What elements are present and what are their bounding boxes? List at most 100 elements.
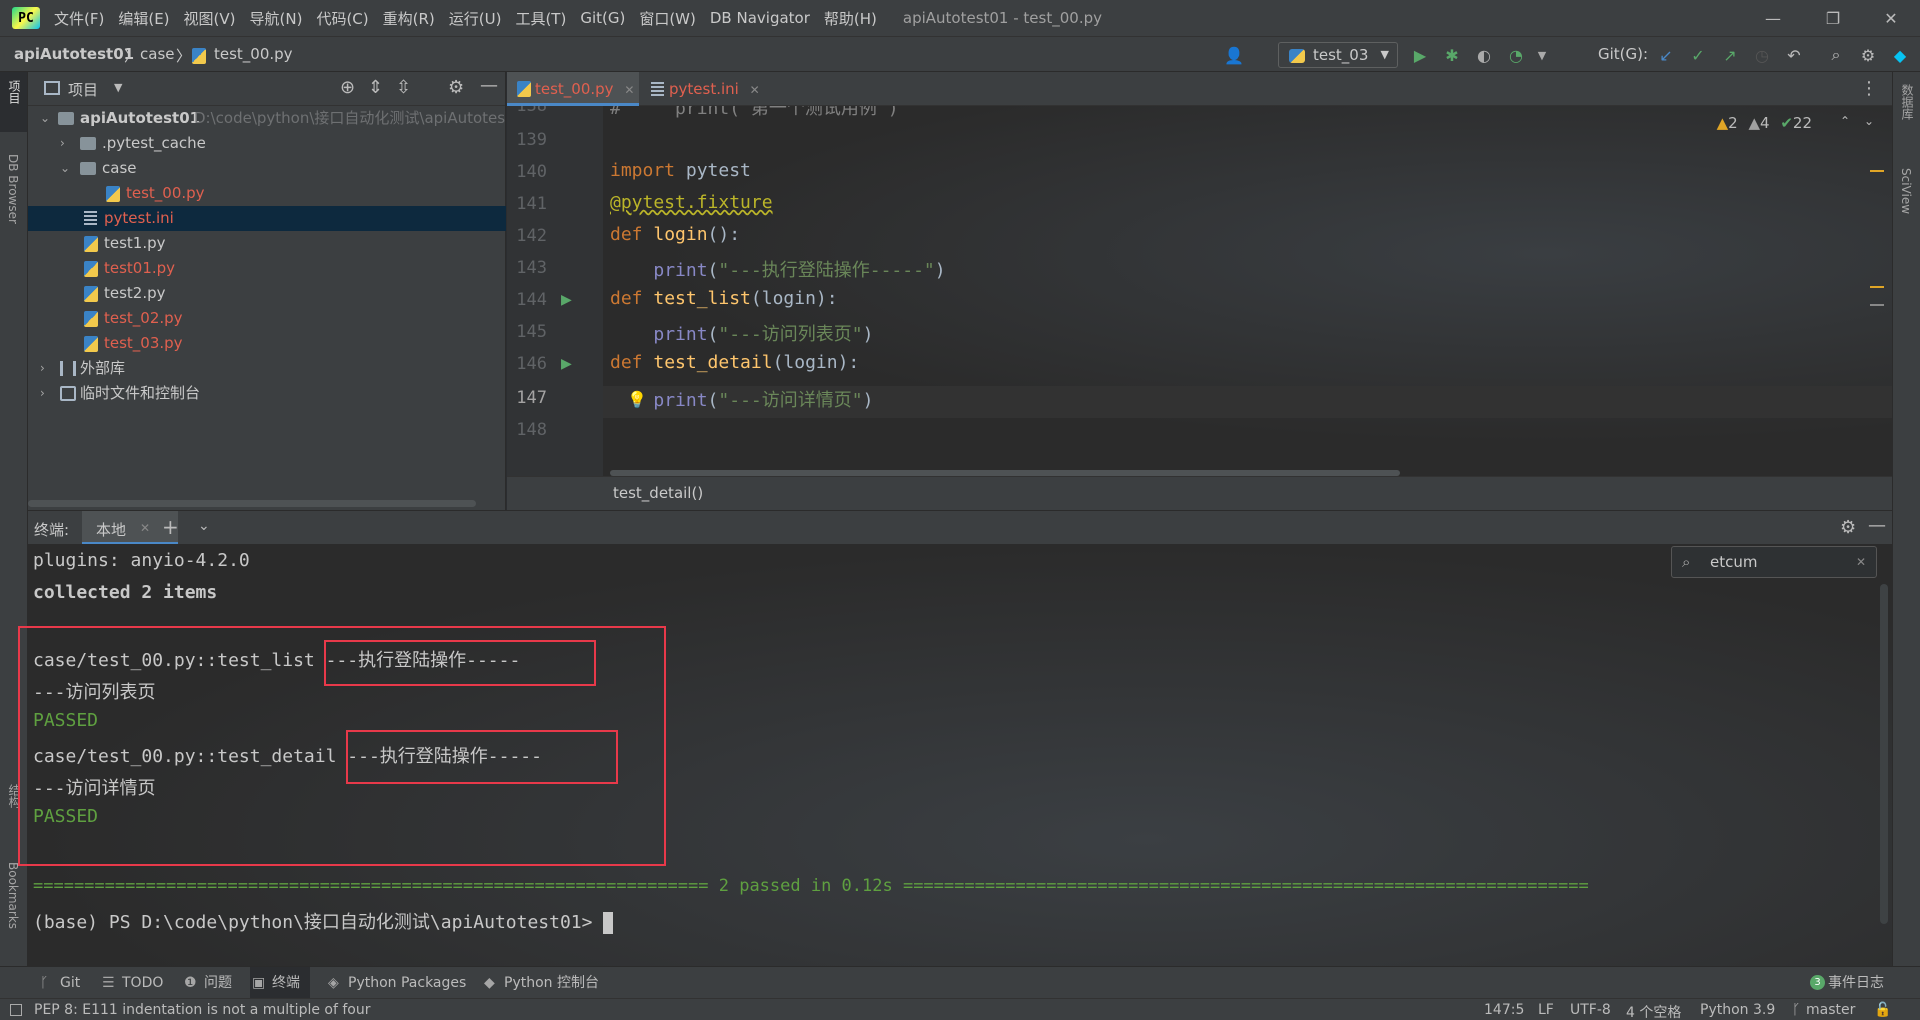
code-editor[interactable]: 138 139 140 141 142 143 144 145 146 147 … xyxy=(507,106,1892,476)
error-stripe-mark[interactable] xyxy=(1870,286,1884,288)
indent-setting[interactable]: 4 个空格 xyxy=(1626,1002,1681,1020)
terminal-vertical-scrollbar[interactable] xyxy=(1880,584,1888,924)
horizontal-scrollbar[interactable] xyxy=(28,500,476,507)
close-tab-icon[interactable]: ✕ xyxy=(750,83,760,97)
expand-all-icon[interactable]: ⇕ xyxy=(368,77,383,98)
tree-item-test-03[interactable]: test_03.py xyxy=(28,331,506,356)
previous-highlight-icon[interactable]: ⌃ xyxy=(1840,114,1850,128)
error-stripe-mark[interactable] xyxy=(1870,170,1884,172)
tree-item-project-root[interactable]: ⌄ apiAutotest01 D:\code\python\接口自动化测试\a… xyxy=(28,106,506,131)
tree-item-test1[interactable]: test1.py xyxy=(28,231,506,256)
tree-item-test-00[interactable]: test_00.py xyxy=(28,181,506,206)
run-icon[interactable]: ▶ xyxy=(1408,43,1432,67)
git-history-icon[interactable]: ◷ xyxy=(1750,43,1774,67)
terminal-prompt-line[interactable]: (base) PS D:\code\python\接口自动化测试\apiAuto… xyxy=(33,908,614,934)
profile-icon[interactable]: ◔ xyxy=(1504,43,1528,67)
tool-tab-git[interactable]: ᚴ Git xyxy=(38,967,80,999)
menu-run[interactable]: 运行(U) xyxy=(449,8,502,29)
more-options-icon[interactable]: ⋮ xyxy=(1860,78,1878,99)
terminal-search-input[interactable]: ⌕ etcum ✕ xyxy=(1671,546,1877,578)
collapse-all-icon[interactable]: ⇳ xyxy=(396,77,411,98)
tree-item-test01[interactable]: test01.py xyxy=(28,256,506,281)
collapse-arrow-icon[interactable]: › xyxy=(40,381,45,406)
tree-item-scratches[interactable]: › 临时文件和控制台 xyxy=(28,381,506,406)
git-update-icon[interactable]: ↙ xyxy=(1654,43,1678,67)
expand-arrow-icon[interactable]: ⌄ xyxy=(60,156,70,181)
expand-arrow-icon[interactable]: ⌄ xyxy=(40,106,50,131)
clear-search-icon[interactable]: ✕ xyxy=(1856,547,1866,577)
menu-window[interactable]: 窗口(W) xyxy=(639,8,696,29)
tool-tab-problems[interactable]: ❶ 问题 xyxy=(182,967,232,999)
python-interpreter[interactable]: Python 3.9 xyxy=(1700,1002,1775,1018)
chevron-down-icon[interactable]: ▼ xyxy=(114,81,122,94)
project-tool-tab[interactable]: 项目 xyxy=(6,80,23,104)
tool-tab-python-console[interactable]: ◆ Python 控制台 xyxy=(482,967,599,999)
breadcrumb-folder[interactable]: case xyxy=(140,45,174,63)
chevron-down-icon[interactable]: ⌄ xyxy=(198,518,210,534)
breadcrumb-project[interactable]: apiAutotest01 xyxy=(14,45,134,63)
line-separator[interactable]: LF xyxy=(1538,1002,1554,1018)
tab-test-00[interactable]: test_00.py ✕ xyxy=(507,72,639,106)
tool-tab-terminal[interactable]: ▣ 终端 xyxy=(250,967,310,999)
gear-icon[interactable]: ⚙ xyxy=(448,77,464,98)
coverage-icon[interactable]: ◐ xyxy=(1472,43,1496,67)
close-window-button[interactable]: ✕ xyxy=(1862,0,1920,36)
hide-panel-icon[interactable]: — xyxy=(1868,515,1886,536)
database-tool-tab[interactable]: 数据库 xyxy=(1899,84,1916,120)
tree-item-test-02[interactable]: test_02.py xyxy=(28,306,506,331)
minimize-button[interactable]: — xyxy=(1744,0,1802,36)
event-log-button[interactable]: 3 事件日志 xyxy=(1806,967,1884,999)
menu-edit[interactable]: 编辑(E) xyxy=(118,8,169,29)
db-browser-tool-tab[interactable]: DB Browser xyxy=(6,154,20,224)
menu-code[interactable]: 代码(C) xyxy=(316,8,368,29)
tree-item-pytest-cache[interactable]: › .pytest_cache xyxy=(28,131,506,156)
more-run-chevron-icon[interactable]: ▼ xyxy=(1530,43,1554,67)
terminal-output[interactable]: ⌕ etcum ✕ plugins: anyio-4.2.0 collected… xyxy=(18,544,1892,966)
git-commit-icon[interactable]: ✓ xyxy=(1686,43,1710,67)
close-tab-icon[interactable]: ✕ xyxy=(624,83,634,97)
status-message[interactable]: PEP 8: E111 indentation is not a multipl… xyxy=(34,1002,370,1018)
bookmarks-tool-tab[interactable]: Bookmarks xyxy=(6,862,20,929)
project-panel-title[interactable]: 项目 xyxy=(68,79,98,100)
tree-item-test2[interactable]: test2.py xyxy=(28,281,506,306)
git-branch[interactable]: master xyxy=(1806,1002,1855,1018)
function-breadcrumb[interactable]: test_detail() xyxy=(613,484,703,502)
run-config-select[interactable]: test_03 ▼ xyxy=(1278,42,1398,68)
locate-file-icon[interactable]: ⊕ xyxy=(340,77,355,98)
close-tab-icon[interactable]: ✕ xyxy=(140,521,150,535)
toggle-tool-windows-icon[interactable] xyxy=(10,1004,22,1016)
menu-view[interactable]: 视图(V) xyxy=(184,8,236,29)
collapse-arrow-icon[interactable]: › xyxy=(60,131,65,156)
file-encoding[interactable]: UTF-8 xyxy=(1570,1002,1611,1018)
menu-git[interactable]: Git(G) xyxy=(580,9,625,27)
settings-gear-icon[interactable]: ⚙ xyxy=(1856,43,1880,67)
search-icon[interactable]: ⌕ xyxy=(1824,43,1848,67)
add-terminal-icon[interactable]: + xyxy=(162,515,179,539)
rollback-icon[interactable]: ↶ xyxy=(1782,43,1806,67)
menu-navigate[interactable]: 导航(N) xyxy=(250,8,303,29)
tree-item-case[interactable]: ⌄ case xyxy=(28,156,506,181)
tool-tab-python-packages[interactable]: ◈ Python Packages xyxy=(326,967,466,999)
user-icon[interactable]: 👤 xyxy=(1222,43,1246,67)
jetbrains-toolbox-icon[interactable]: ◆ xyxy=(1888,43,1912,67)
menu-tools[interactable]: 工具(T) xyxy=(515,8,566,29)
gear-icon[interactable]: ⚙ xyxy=(1840,517,1856,538)
breadcrumb-file[interactable]: test_00.py xyxy=(214,45,293,63)
sciview-tool-tab[interactable]: SciView xyxy=(1899,168,1913,214)
tree-item-external-libraries[interactable]: › 外部库 xyxy=(28,356,506,381)
lock-icon[interactable]: 🔓 xyxy=(1874,1002,1891,1018)
tool-tab-todo[interactable]: ☰ TODO xyxy=(100,967,163,999)
caret-position[interactable]: 147:5 xyxy=(1484,1002,1524,1018)
restore-button[interactable]: ❐ xyxy=(1804,0,1862,36)
tree-item-pytest-ini[interactable]: pytest.ini xyxy=(28,206,506,231)
hide-panel-icon[interactable]: — xyxy=(480,75,498,96)
run-test-gutter-icon[interactable]: ▶ xyxy=(561,292,572,308)
inspection-widget[interactable]: ▲2 ▲4 ✔22 xyxy=(1717,114,1812,132)
menu-db-navigator[interactable]: DB Navigator xyxy=(710,9,810,27)
menu-file[interactable]: 文件(F) xyxy=(54,8,104,29)
next-highlight-icon[interactable]: ⌄ xyxy=(1864,114,1874,128)
menu-help[interactable]: 帮助(H) xyxy=(824,8,877,29)
git-push-icon[interactable]: ↗ xyxy=(1718,43,1742,67)
debug-icon[interactable]: ✱ xyxy=(1440,43,1464,67)
collapse-arrow-icon[interactable]: › xyxy=(40,356,45,381)
